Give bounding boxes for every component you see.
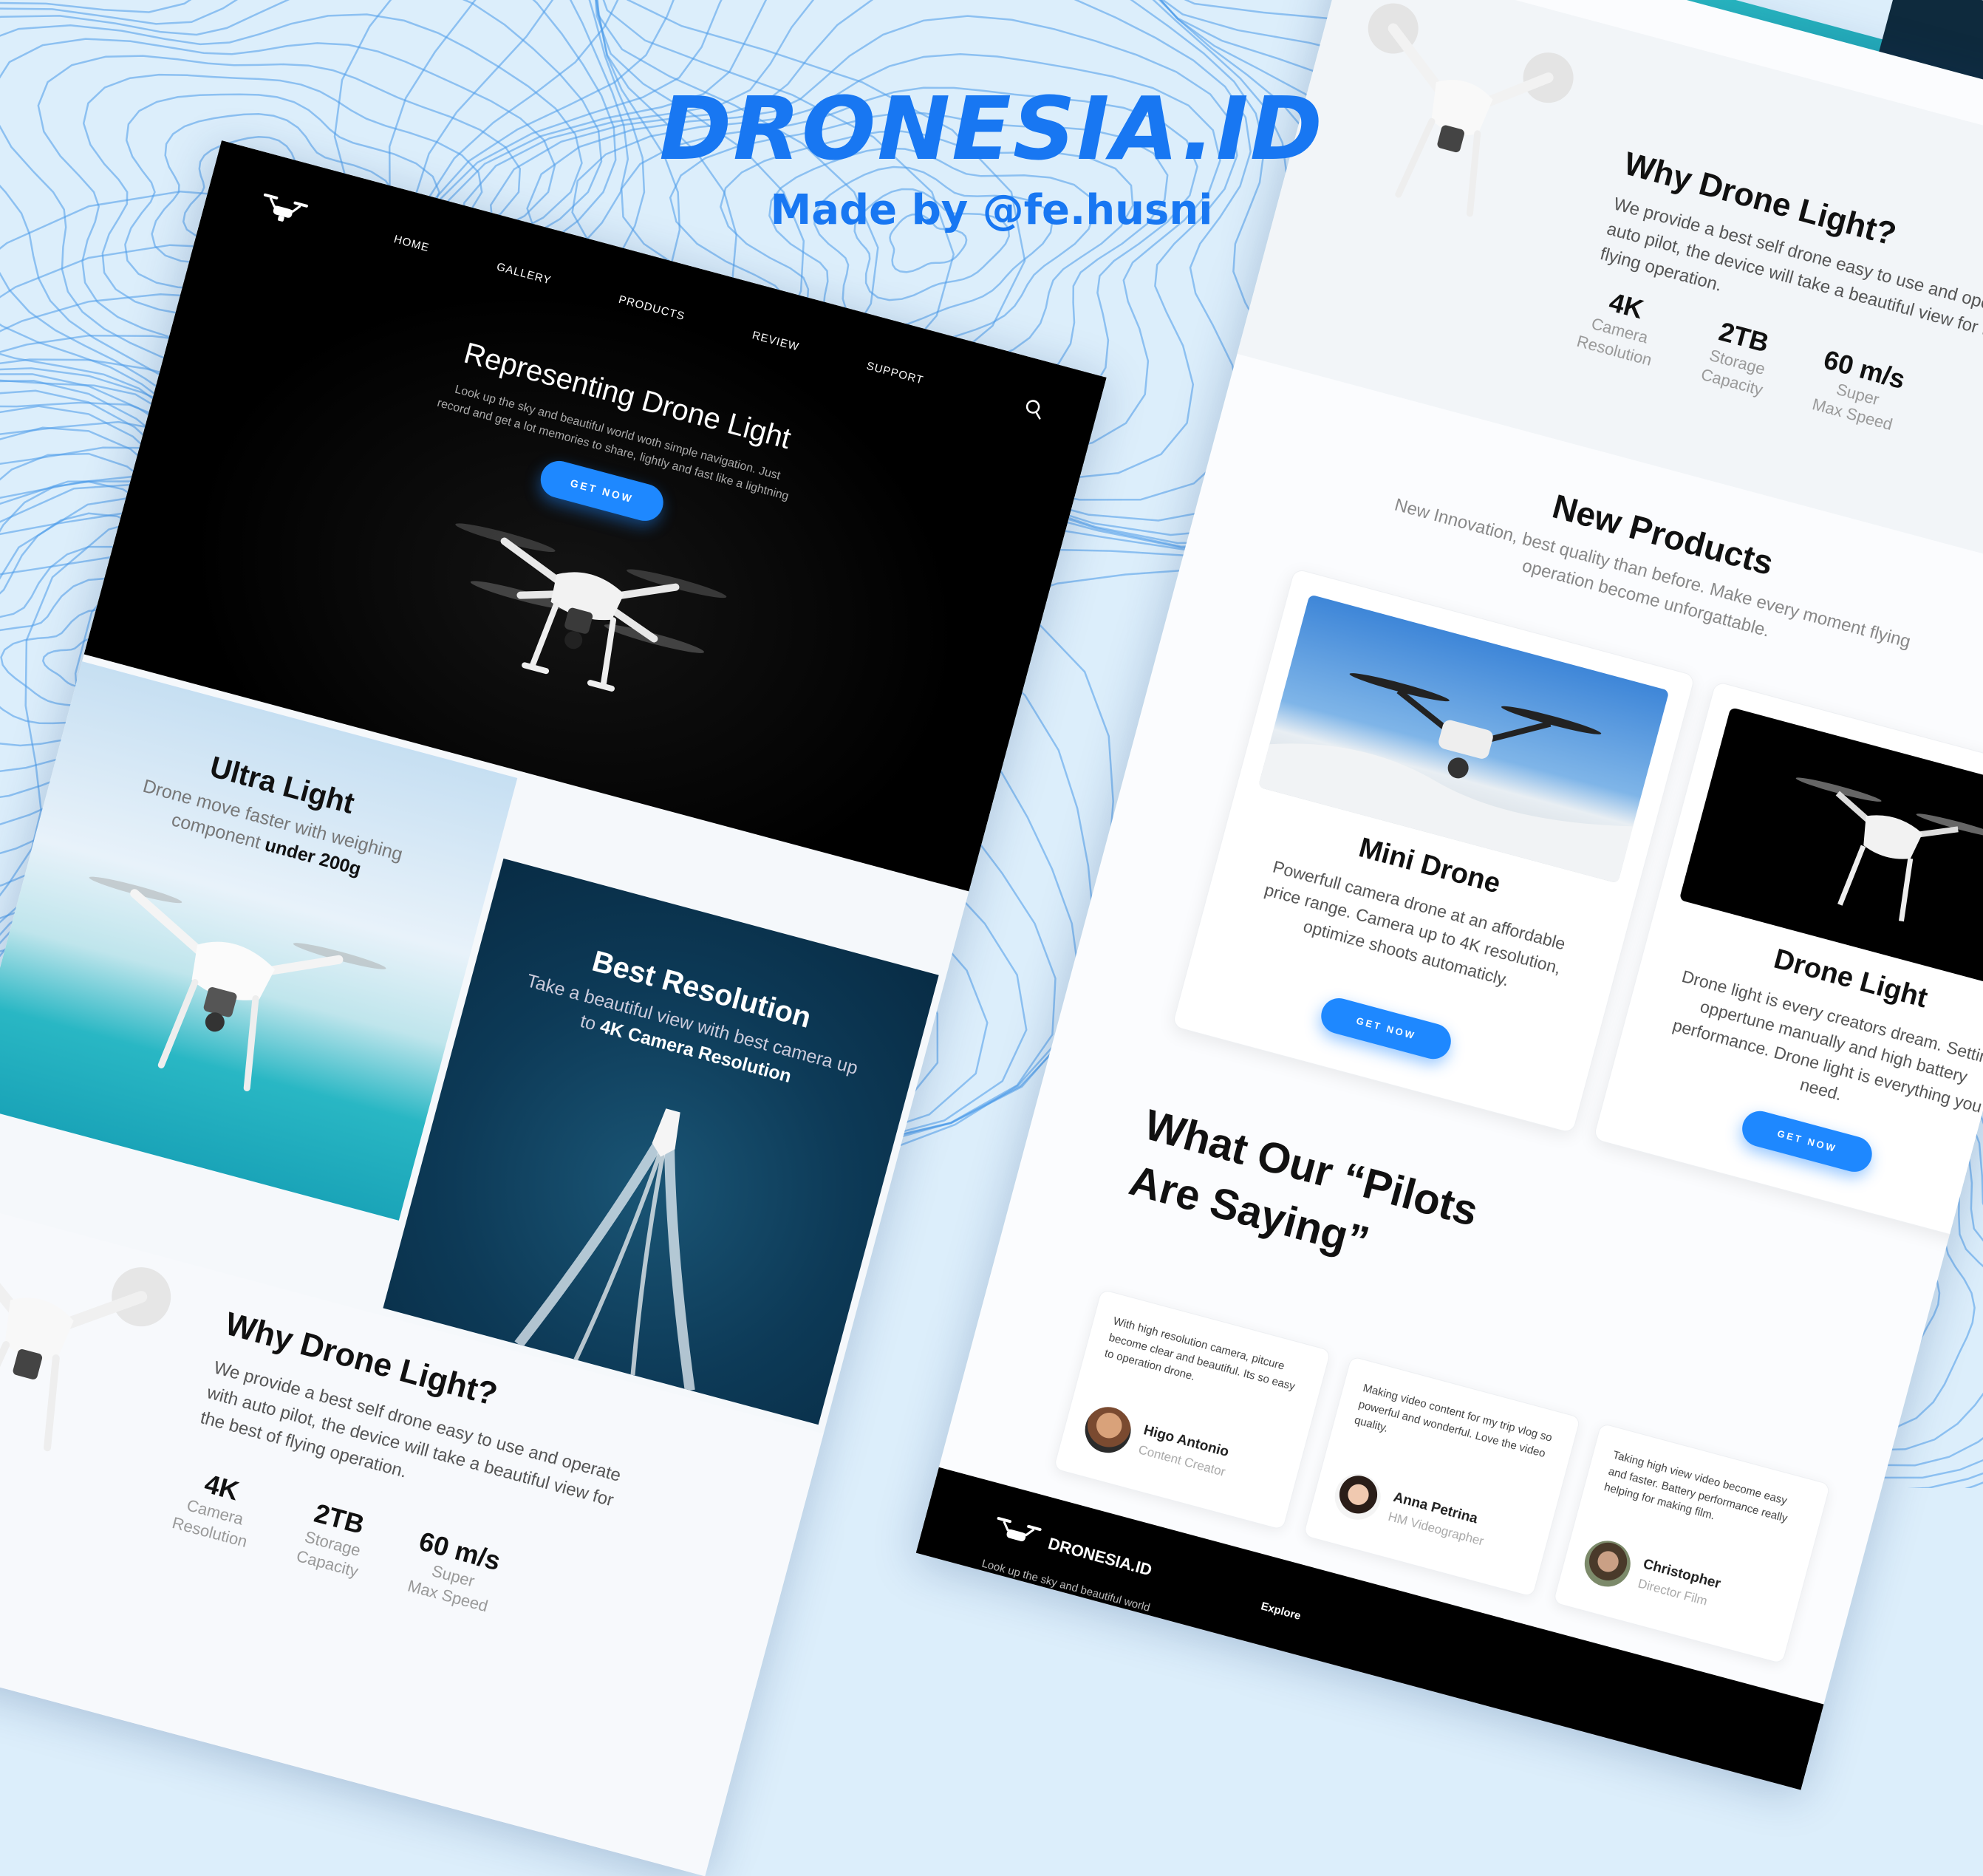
nav-review[interactable]: REVIEW xyxy=(751,329,800,353)
stat-storage: 2TBStorageCapacity xyxy=(294,1495,374,1581)
nav-gallery[interactable]: GALLERY xyxy=(495,261,553,287)
product-get-now-button[interactable]: GET NOW xyxy=(1738,1107,1876,1176)
drone-image xyxy=(417,496,734,740)
testimonial-quote: Making video content for my trip vlog so… xyxy=(1352,1380,1557,1480)
avatar xyxy=(1330,1469,1386,1525)
testimonials-title: What Our “PilotsAre Saying” xyxy=(1123,1096,1484,1297)
testimonial-card: Taking high view video become easy and f… xyxy=(1553,1423,1831,1665)
brand-header: DRONESIA.ID Made by @fe.husni xyxy=(0,81,1983,234)
nav-support[interactable]: SUPPORT xyxy=(865,360,925,387)
stat-speed: 60 m/sSuperMax Speed xyxy=(406,1526,504,1617)
drone-image xyxy=(0,1186,197,1494)
brand-title: DRONESIA.ID xyxy=(0,81,1983,177)
search-icon[interactable] xyxy=(1021,396,1046,421)
boat-wake-image xyxy=(490,1073,789,1398)
brand-subtitle: Made by @fe.husni xyxy=(0,186,1983,234)
nav-products[interactable]: PRODUCTS xyxy=(617,293,686,323)
testimonial-card: Making video content for my trip vlog so… xyxy=(1303,1356,1581,1597)
stat-camera: 4KCameraResolution xyxy=(1574,281,1668,370)
avatar xyxy=(1580,1535,1636,1592)
drone-logo-icon xyxy=(988,1513,1045,1555)
stat-camera: 4KCameraResolution xyxy=(170,1462,263,1552)
testimonial-quote: Taking high view video become easy and f… xyxy=(1602,1447,1807,1547)
product-get-now-button[interactable]: GET NOW xyxy=(1317,995,1455,1063)
stat-speed: 60 m/sSuperMax Speed xyxy=(1810,344,1908,435)
testimonial-quote: With high resolution camera, pitcure bec… xyxy=(1102,1313,1308,1413)
stat-storage: 2TBStorageCapacity xyxy=(1699,314,1778,400)
nav-home[interactable]: HOME xyxy=(392,233,431,254)
avatar xyxy=(1080,1402,1136,1458)
testimonial-card: With high resolution camera, pitcure bec… xyxy=(1053,1289,1331,1530)
footer-brand-name: DRONESIA.ID xyxy=(1046,1534,1154,1580)
white-drone-image xyxy=(36,848,408,1147)
footer-explore-link[interactable]: Explore xyxy=(1260,1600,1303,1623)
